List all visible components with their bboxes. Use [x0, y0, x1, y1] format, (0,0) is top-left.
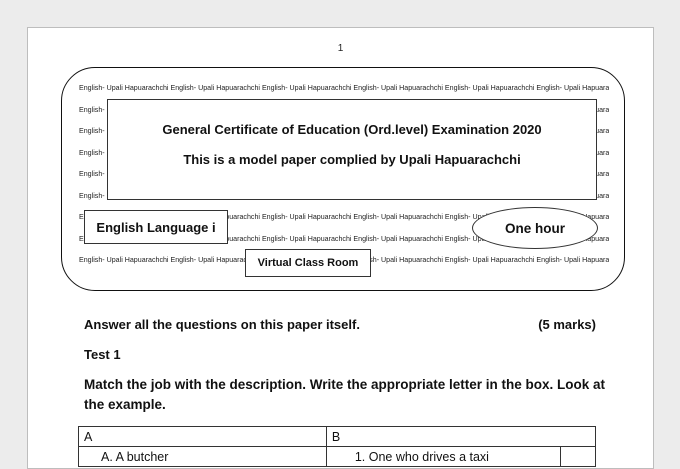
duration-label: One hour	[472, 207, 598, 249]
test-title: Test 1	[84, 347, 121, 362]
exam-subtitle: This is a model paper complied by Upali …	[183, 152, 521, 167]
row-b-cell: 1. One who drives a taxi	[325, 446, 562, 467]
instruction-row: Answer all the questions on this paper i…	[84, 317, 596, 332]
answer-box[interactable]	[560, 446, 596, 467]
subject-label: English Language i	[84, 210, 228, 244]
question-text: Match the job with the description. Writ…	[84, 377, 606, 412]
exam-title-box: General Certificate of Education (Ord.le…	[107, 99, 597, 200]
column-b-header: B	[325, 426, 597, 447]
marks-label: (5 marks)	[538, 317, 596, 332]
classroom-label: Virtual Class Room	[245, 249, 371, 277]
exam-header-box: English- Upali Hapuarachchi English- Upa…	[61, 67, 625, 291]
matching-table: A B A. A butcher 1. One who drives a tax…	[78, 426, 597, 467]
instruction-text: Answer all the questions on this paper i…	[84, 317, 360, 332]
page-number: 1	[337, 43, 344, 54]
column-a-header: A	[78, 426, 327, 447]
exam-title: General Certificate of Education (Ord.le…	[162, 122, 542, 137]
table-header-row: A B	[78, 426, 597, 447]
table-row: A. A butcher 1. One who drives a taxi	[78, 446, 596, 467]
row-a-cell: A. A butcher	[78, 446, 327, 467]
document-page: 1 English- Upali Hapuarachchi English- U…	[27, 27, 654, 469]
